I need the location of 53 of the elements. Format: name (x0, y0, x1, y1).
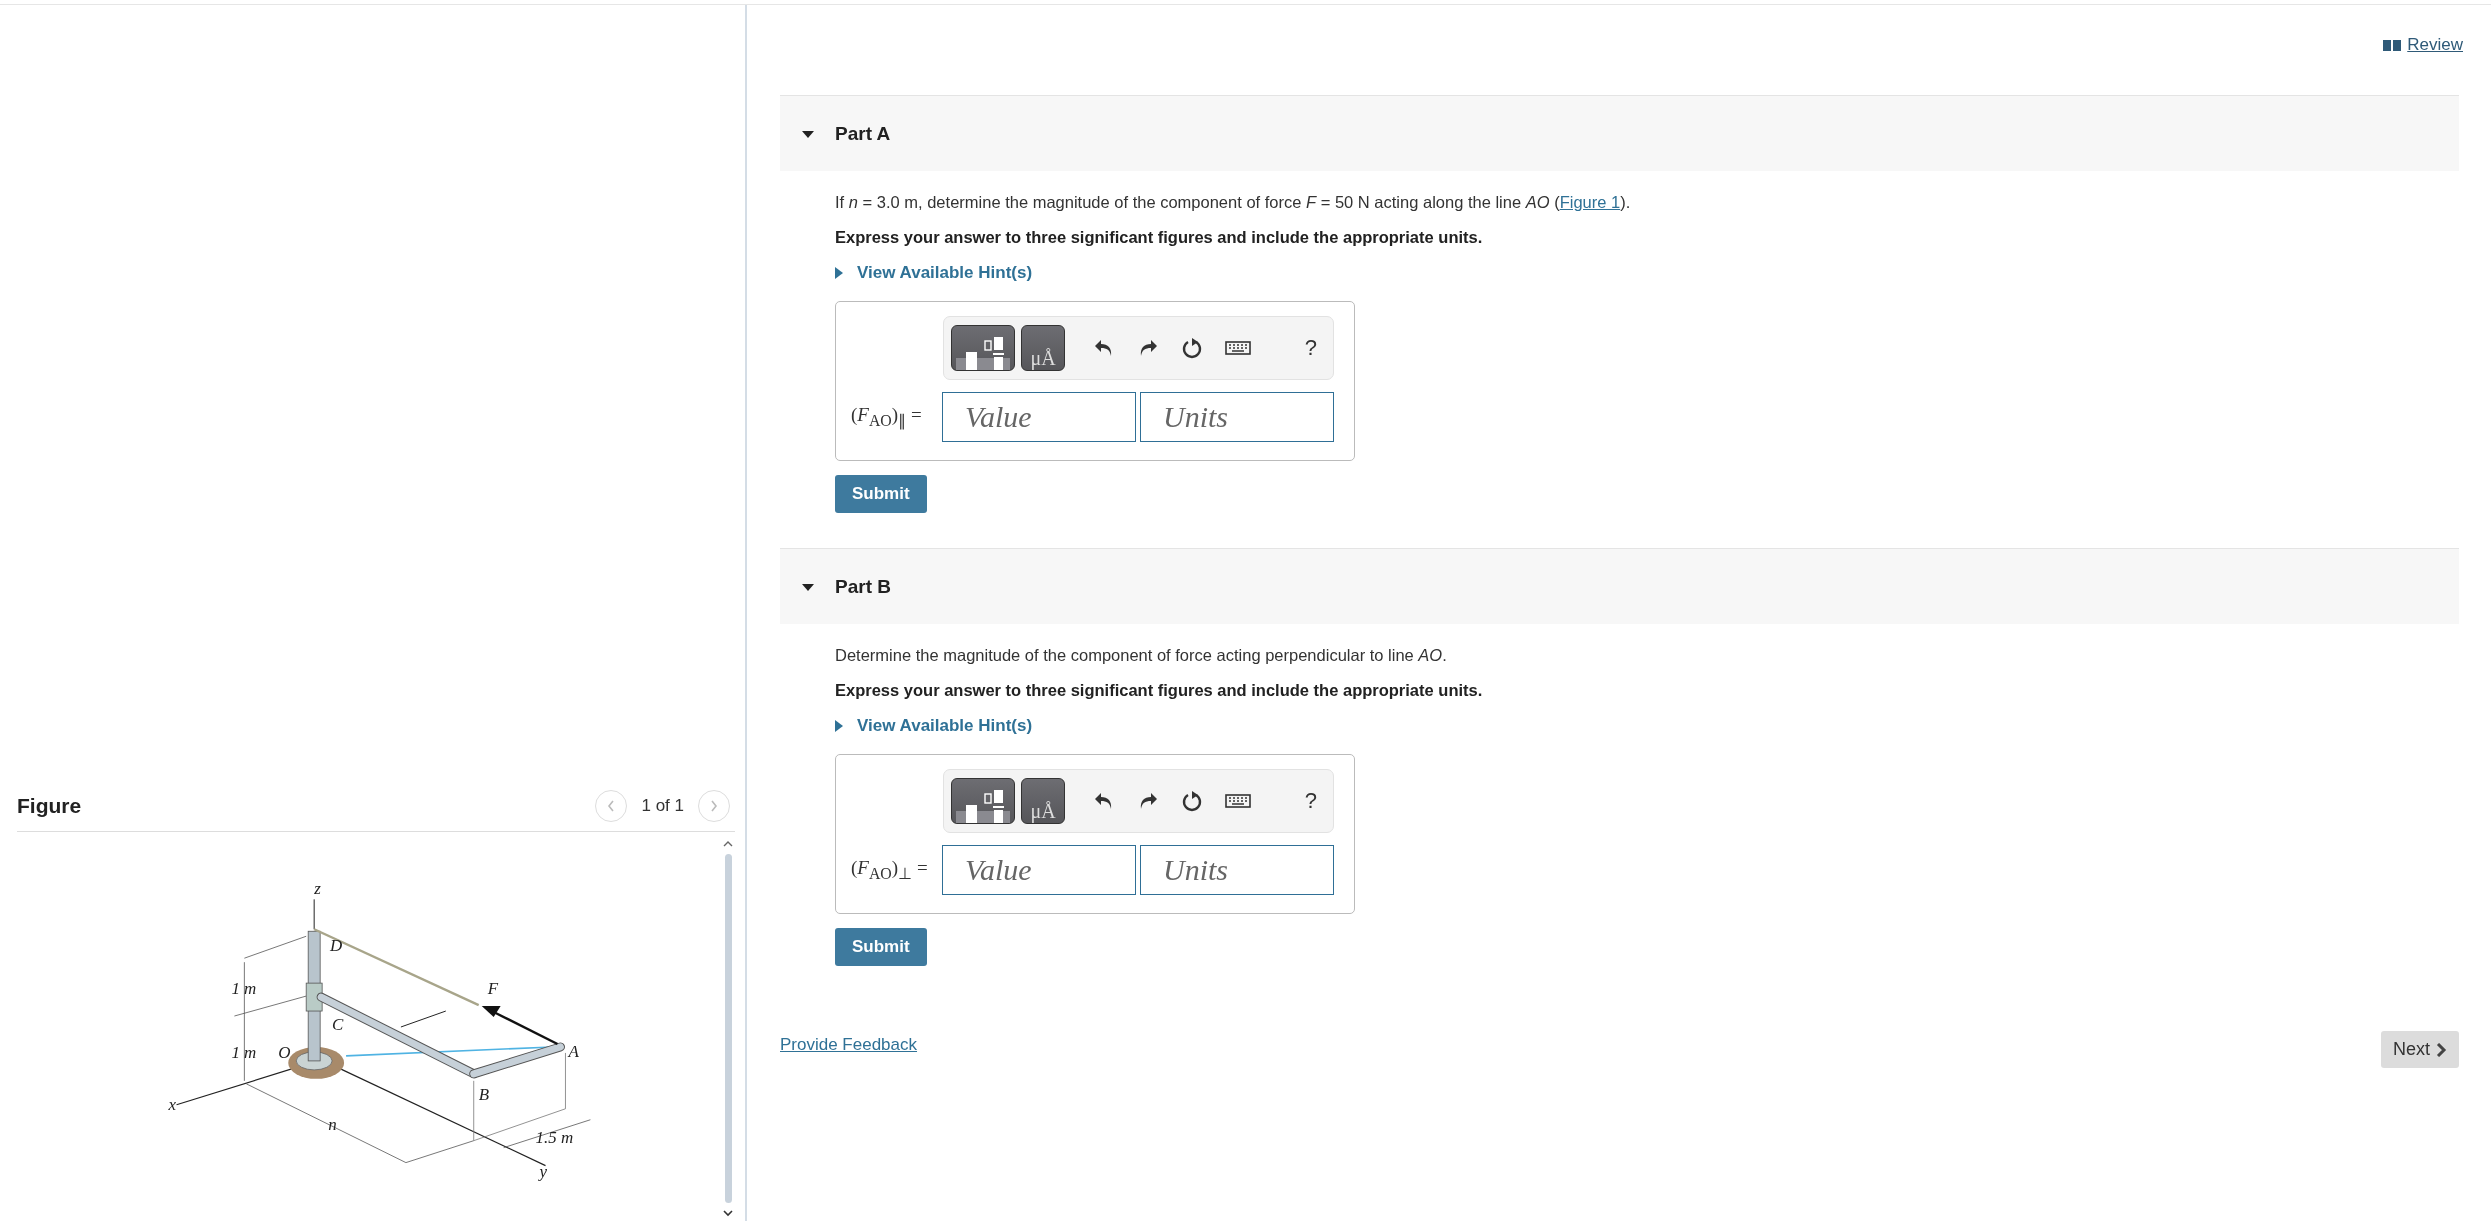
scroll-down-icon[interactable] (723, 1209, 733, 1217)
hint-toggle[interactable]: View Available Hint(s) (835, 716, 1033, 736)
answer-label: (F$_{AO}$)$_{∥}$ = (851, 404, 923, 430)
figure-label: O (278, 1042, 291, 1062)
caret-icon (835, 267, 843, 279)
units-button[interactable]: μÅ (1021, 325, 1065, 371)
part-header[interactable]: Part A (780, 95, 2459, 171)
template-button[interactable] (951, 325, 1015, 371)
question-text: If n = 3.0 m, determine the magnitude of the component of force F = 50 N acting along the line AO (Figure 1). (835, 193, 1632, 212)
review-link[interactable]: Review (2383, 35, 2463, 55)
figure-label: x (168, 1094, 177, 1114)
chevron-right-icon (2436, 1042, 2447, 1057)
figure-label: 1 m (231, 979, 257, 999)
part-header[interactable]: Part B (780, 548, 2459, 624)
question-text: Determine the magnitude of the component of force acting perpendicular to line AO. (835, 646, 1448, 665)
hint-toggle[interactable]: View Available Hint(s) (835, 263, 1033, 283)
figure-link[interactable]: Figure 1 (1559, 193, 1621, 211)
figure-label: y (539, 1161, 548, 1181)
figure-label: 1 m (231, 1042, 257, 1062)
feedback-link[interactable]: Provide Feedback (780, 1034, 918, 1055)
figure-label: 1.5 m (535, 1127, 574, 1147)
figure-title: Figure (17, 794, 82, 818)
figure-label: z (314, 879, 321, 899)
caret-icon (835, 720, 843, 732)
keyboard-icon[interactable] (1225, 341, 1251, 355)
next-button[interactable]: Next (2381, 1031, 2459, 1068)
keyboard-icon[interactable] (1225, 794, 1251, 808)
figure-label: n (328, 1114, 337, 1134)
figure-label: F (487, 979, 499, 999)
reset-icon[interactable] (1181, 337, 1203, 359)
figure-label: D (330, 936, 343, 956)
template-button[interactable] (951, 778, 1015, 824)
help-button[interactable]: ? (1304, 788, 1317, 814)
figure-label: B (478, 1084, 490, 1104)
submit-button[interactable]: Submit (835, 475, 927, 513)
units-field[interactable]: Units (1140, 392, 1334, 442)
book-icon (2383, 39, 2402, 51)
instruction-text: Express your answer to three significant figures and include the appropriate units. (835, 228, 1484, 247)
figure-label: A (568, 1041, 579, 1061)
units-button[interactable]: μÅ (1021, 778, 1065, 824)
instruction-text: Express your answer to three significant figures and include the appropriate units. (835, 681, 1484, 700)
value-field[interactable]: Value (942, 845, 1136, 895)
chevron-left-icon (606, 799, 617, 813)
figure-label: C (332, 1015, 344, 1034)
help-button[interactable]: ? (1304, 335, 1317, 361)
value-field[interactable]: Value (942, 392, 1136, 442)
answer-label: (F$_{AO}$)$_{⊥}$ = (851, 857, 929, 883)
submit-button[interactable]: Submit (835, 928, 927, 966)
figure-pager: 1 of 1 (641, 796, 684, 816)
chevron-right-icon (709, 799, 719, 813)
reset-icon[interactable] (1181, 790, 1203, 812)
units-field[interactable]: Units (1140, 845, 1334, 895)
scroll-up-icon[interactable] (723, 840, 733, 848)
